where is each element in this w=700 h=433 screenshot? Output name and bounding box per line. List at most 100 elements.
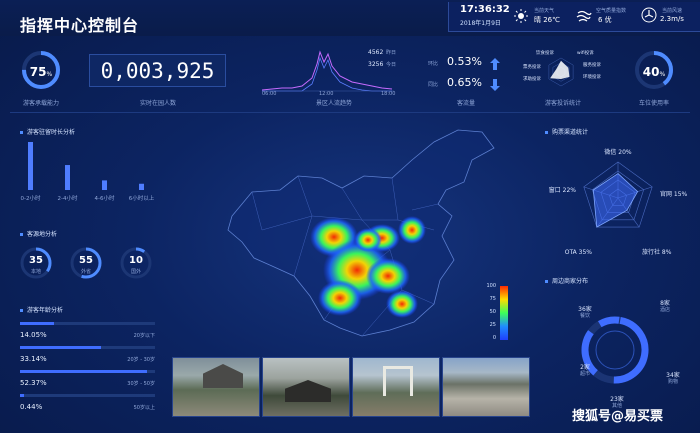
- shop-type: 超市: [579, 371, 590, 377]
- trend-series-1-name: 昨日: [386, 50, 397, 56]
- scenic-photo-3: [352, 357, 440, 417]
- complaint-axis-label: 票务投诉: [523, 63, 541, 70]
- hb-label: 环比: [428, 61, 439, 67]
- source-title: 客源地分析: [20, 229, 57, 238]
- age-bar-track: [20, 370, 155, 373]
- scenic-photo-4: [442, 357, 530, 417]
- complaint-axis-label: 环境投诉: [583, 73, 601, 80]
- age-bar-track: [20, 394, 155, 397]
- air-quality-icon: [576, 8, 592, 27]
- age-title: 游客年龄分析: [20, 305, 63, 314]
- capacity-unit: %: [46, 71, 53, 78]
- air-label: 空气质量指数: [596, 8, 627, 14]
- age-value: 52.37%: [20, 379, 47, 387]
- shop-count: 34家: [666, 372, 680, 379]
- weather-value: 晴 26℃: [534, 16, 560, 24]
- age-bar-track: [20, 346, 155, 349]
- shop-label: 23家 其他: [606, 396, 628, 410]
- stay-bar-label: 0-2小时: [21, 194, 41, 202]
- shop-label: 8家 酒店: [654, 300, 676, 314]
- trend-tick-2: 12:00: [319, 91, 334, 97]
- trend-label: 景区人流趋势: [315, 100, 352, 107]
- channel-label: 窗口 22%: [549, 186, 577, 194]
- trend-series-1-value: 4562: [368, 49, 384, 56]
- stay-bar: [139, 183, 144, 190]
- counter-label: 实时在园人数: [139, 100, 176, 107]
- heat-scale-label: 0: [492, 335, 496, 341]
- age-value: 0.44%: [20, 403, 43, 411]
- flow-label: 客流量: [456, 100, 475, 107]
- source-value: 10: [129, 255, 143, 266]
- capacity-label: 游客承载能力: [22, 100, 59, 107]
- source-value: 35: [29, 255, 43, 266]
- source-label: 国外: [130, 269, 141, 275]
- age-bar-fill: [20, 322, 55, 325]
- clock-time: 17:36:32: [460, 4, 510, 15]
- trend-line-1: [262, 50, 393, 91]
- stay-bar-label: 4-6小时: [95, 194, 115, 202]
- shop-label: 36家 餐饮: [574, 306, 596, 320]
- trend-tick-3: 18:00: [381, 91, 396, 97]
- channel-shape: [592, 173, 639, 228]
- tb-label: 同比: [428, 82, 439, 88]
- up-arrow-icon: [490, 55, 500, 74]
- stay-bar: [102, 180, 107, 190]
- parking-unit: %: [659, 71, 666, 78]
- air-value: 6 优: [598, 16, 612, 24]
- page-title: 指挥中心控制台: [20, 16, 140, 35]
- age-range: 50岁以上: [133, 405, 155, 411]
- parking-value: 40: [642, 65, 660, 79]
- stay-bar: [65, 165, 70, 190]
- age-range: 20岁 - 30岁: [127, 357, 155, 363]
- shop-label: 2家 超市: [574, 364, 596, 378]
- shops-title: 周边商家分布: [545, 276, 588, 285]
- stay-title: 游客驻留时长分析: [20, 127, 75, 136]
- wind-icon: [641, 7, 657, 27]
- wind-value: 2.3m/s: [660, 15, 684, 23]
- shop-count: 23家: [610, 396, 624, 403]
- sun-icon: [514, 8, 528, 27]
- shop-count: 36家: [578, 306, 592, 313]
- channel-label: 旅行社 8%: [642, 248, 672, 256]
- age-bar-track: [20, 322, 155, 325]
- trend-series-2-name: 今日: [386, 62, 397, 68]
- scenic-photo-2: [262, 357, 350, 417]
- shop-count: 2家: [580, 364, 590, 371]
- stay-bar-label: 6小时以上: [129, 194, 155, 202]
- source-label: 外省: [80, 269, 91, 275]
- age-value: 14.05%: [20, 331, 47, 339]
- shop-type: 其他: [611, 403, 622, 409]
- shop-type: 餐饮: [579, 313, 590, 319]
- hb-value: 0.53%: [447, 55, 482, 68]
- channel-radar: 微信 20% 官网 15% 旅行社 8% OTA 35% 窗口 22%: [549, 148, 688, 256]
- scenic-photo-1: [172, 357, 260, 417]
- divider: [10, 112, 690, 113]
- complaint-label: 游客投诉统计: [544, 100, 581, 107]
- source-value: 55: [79, 255, 93, 266]
- heat-scale-label: 75: [489, 296, 496, 302]
- trend-tick-1: 06:00: [262, 91, 277, 97]
- capacity-value: 75: [29, 65, 47, 79]
- tb-value: 0.65%: [447, 76, 482, 89]
- heat-scale-bar: [500, 286, 508, 340]
- shop-type: 酒店: [659, 307, 670, 313]
- age-bar-fill: [20, 370, 148, 373]
- complaint-axis-label: 服务投诉: [583, 61, 601, 68]
- shop-type: 购物: [667, 379, 678, 385]
- age-bar-fill: [20, 394, 24, 397]
- age-range: 30岁 - 50岁: [127, 381, 155, 387]
- down-arrow-icon: [490, 76, 500, 95]
- age-bar-fill: [20, 346, 101, 349]
- complaint-radar: 饮食投诉 wifi投诉服务投诉环境投诉 求助投诉 票务投诉: [523, 49, 601, 87]
- stay-bar: [28, 142, 33, 190]
- complaint-axis-label: 求助投诉: [523, 75, 541, 82]
- shop-label: 34家 购物: [662, 372, 684, 386]
- age-value: 33.14%: [20, 355, 47, 363]
- source-label: 本地: [30, 269, 41, 275]
- parking-label: 车位使用率: [638, 100, 669, 107]
- complaint-axis-label: wifi投诉: [577, 49, 594, 56]
- channel-label: 官网 15%: [660, 190, 688, 198]
- shop-count: 8家: [660, 300, 670, 307]
- heat-scale-label: 50: [489, 309, 496, 315]
- trend-series-2-value: 3256: [368, 61, 384, 68]
